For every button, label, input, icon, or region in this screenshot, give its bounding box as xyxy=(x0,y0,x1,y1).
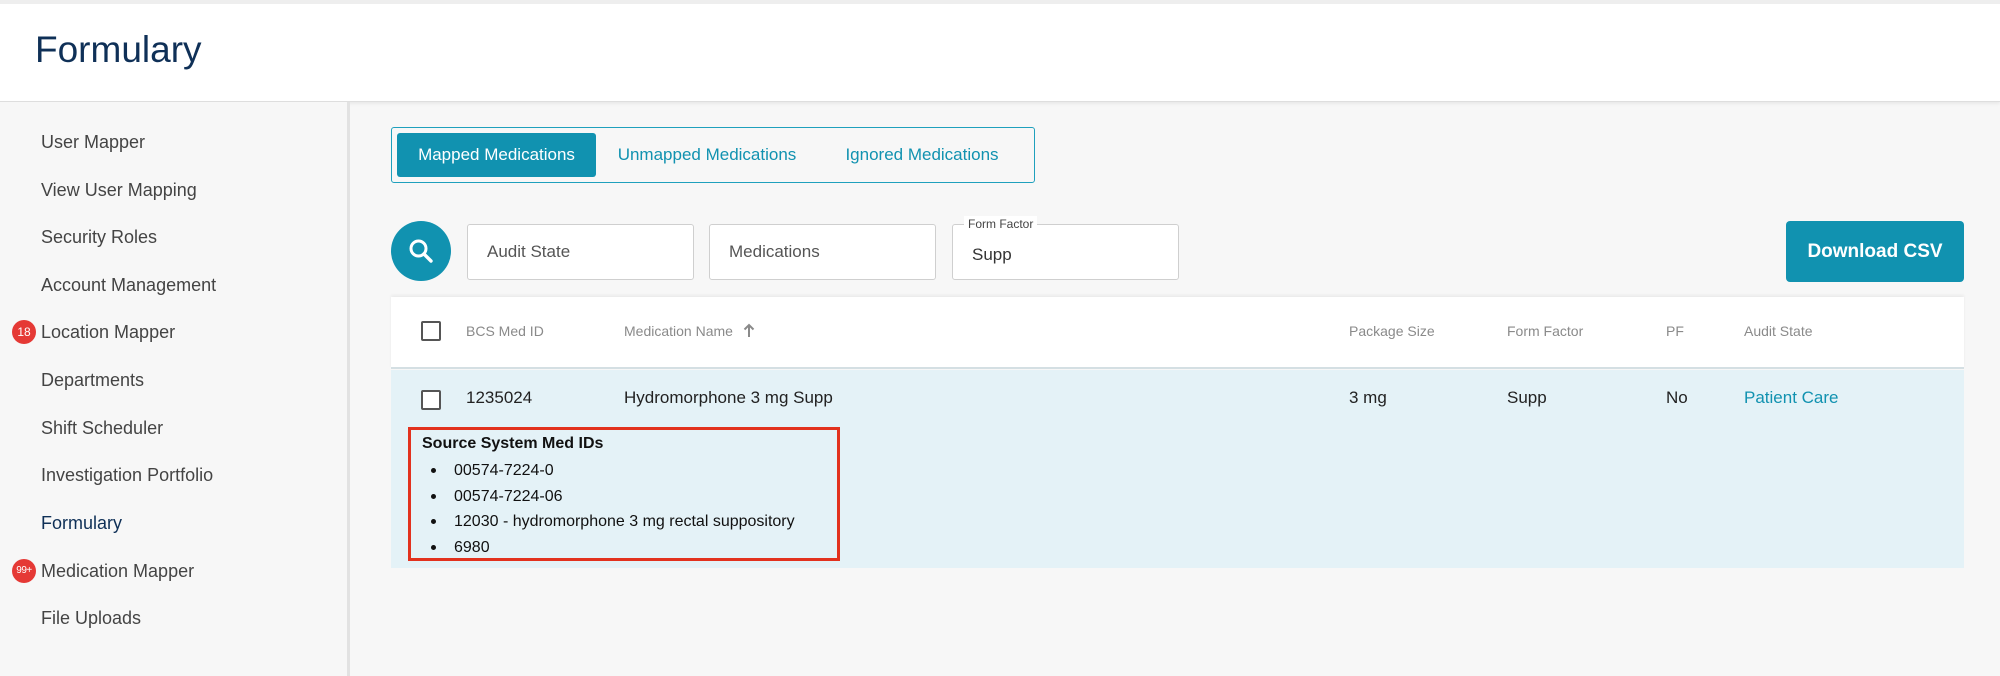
select-all-checkbox[interactable] xyxy=(421,321,441,341)
download-csv-button[interactable]: Download CSV xyxy=(1786,221,1964,282)
column-header-audit-state[interactable]: Audit State xyxy=(1744,323,1813,339)
bullet xyxy=(431,468,436,473)
sidebar-item-location-mapper[interactable]: 18 Location Mapper xyxy=(12,317,176,347)
sidebar-item-label: Formulary xyxy=(41,513,123,533)
main-content: Mapped Medications Unmapped Medications … xyxy=(353,102,2000,676)
audit-state-input[interactable] xyxy=(468,225,693,279)
sidebar-item-medication-mapper[interactable]: 99+ Medication Mapper xyxy=(12,556,195,586)
medications-input[interactable] xyxy=(710,225,935,279)
tab-ignored-medications[interactable]: Ignored Medications xyxy=(816,133,1028,177)
source-id: 6980 xyxy=(454,538,490,556)
list-item: 12030 - hydromorphone 3 mg rectal suppos… xyxy=(422,509,795,535)
bullet xyxy=(431,544,436,550)
table-row[interactable]: 1235024 Hydromorphone 3 mg Supp 3 mg Sup… xyxy=(391,370,1964,568)
sidebar-item-user-mapper[interactable]: User Mapper xyxy=(41,127,145,157)
column-header-package-size[interactable]: Package Size xyxy=(1349,323,1435,339)
cell-medication-name: Hydromorphone 3 mg Supp xyxy=(624,388,833,407)
sidebar-item-label: File Uploads xyxy=(41,608,142,628)
cell-package-size: 3 mg xyxy=(1349,388,1387,407)
cell-form-factor: Supp xyxy=(1507,388,1547,407)
sidebar-item-label: Medication Mapper xyxy=(41,561,195,581)
sidebar-item-file-uploads[interactable]: File Uploads xyxy=(41,603,141,633)
row-checkbox[interactable] xyxy=(421,390,441,410)
sidebar-item-investigation-portfolio[interactable]: Investigation Portfolio xyxy=(41,460,213,490)
sidebar-item-label: Account Management xyxy=(41,275,217,295)
sidebar-item-label: Location Mapper xyxy=(41,322,176,342)
sidebar: User Mapper View User Mapping Security R… xyxy=(0,102,350,676)
list-item: 00574-7224-06 xyxy=(422,484,795,510)
column-header-bcs-med-id[interactable]: BCS Med ID xyxy=(466,323,544,339)
source-system-med-ids: Source System Med IDs 00574-7224-0 00574… xyxy=(408,427,840,561)
audit-state-filter xyxy=(467,224,694,280)
list-item: 00574-7224-0 xyxy=(422,458,795,484)
page-title: Formulary xyxy=(35,29,202,70)
source-ids-title: Source System Med IDs xyxy=(422,435,604,452)
cell-audit-state-link[interactable]: Patient Care xyxy=(1744,388,1839,408)
tab-unmapped-medications[interactable]: Unmapped Medications xyxy=(604,133,810,177)
notification-badge: 18 xyxy=(12,320,36,344)
sidebar-item-departments[interactable]: Departments xyxy=(41,365,144,395)
search-icon xyxy=(409,239,433,263)
column-header-label: Medication Name xyxy=(624,323,733,339)
sidebar-item-label: Departments xyxy=(41,370,145,390)
column-header-pf[interactable]: PF xyxy=(1666,323,1684,339)
column-header-form-factor[interactable]: Form Factor xyxy=(1507,323,1583,339)
cell-bcs-med-id: 1235024 xyxy=(466,388,533,407)
app-header: Formulary xyxy=(0,4,2000,102)
sidebar-item-view-user-mapping[interactable]: View User Mapping xyxy=(41,175,197,205)
notification-badge: 99+ xyxy=(12,559,36,583)
medications-filter xyxy=(709,224,936,280)
bullet xyxy=(431,519,436,524)
source-id: 00574-7224-0 xyxy=(454,462,554,479)
sidebar-item-label: View User Mapping xyxy=(41,180,197,200)
tab-mapped-medications[interactable]: Mapped Medications xyxy=(397,133,596,177)
source-id: 12030 - hydromorphone 3 mg rectal suppos… xyxy=(454,513,795,530)
sidebar-item-shift-scheduler[interactable]: Shift Scheduler xyxy=(41,413,163,443)
medication-tabs: Mapped Medications Unmapped Medications … xyxy=(391,127,1035,183)
bullet xyxy=(431,493,436,499)
sidebar-item-label: Shift Scheduler xyxy=(41,418,164,438)
sidebar-item-security-roles[interactable]: Security Roles xyxy=(41,222,157,252)
sidebar-item-account-management[interactable]: Account Management xyxy=(41,270,216,300)
source-id: 00574-7224-06 xyxy=(454,487,563,505)
search-button[interactable] xyxy=(391,221,451,281)
sidebar-item-label: Security Roles xyxy=(41,227,158,247)
list-item: 6980 xyxy=(422,535,795,561)
arrow-up-icon xyxy=(743,323,755,337)
sidebar-item-formulary[interactable]: Formulary xyxy=(41,508,122,538)
cell-pf: No xyxy=(1666,388,1688,407)
sidebar-item-label: Investigation Portfolio xyxy=(41,465,214,485)
column-header-medication-name[interactable]: Medication Name xyxy=(624,323,755,339)
form-factor-input[interactable] xyxy=(953,225,1178,279)
table-header: BCS Med ID Medication Name Package Size … xyxy=(391,297,1964,369)
medications-table: BCS Med ID Medication Name Package Size … xyxy=(391,297,1964,568)
source-ids-list: 00574-7224-0 00574-7224-06 12030 - hydro… xyxy=(422,458,795,560)
sidebar-item-label: User Mapper xyxy=(41,132,146,152)
form-factor-filter: Form Factor xyxy=(952,216,1179,280)
